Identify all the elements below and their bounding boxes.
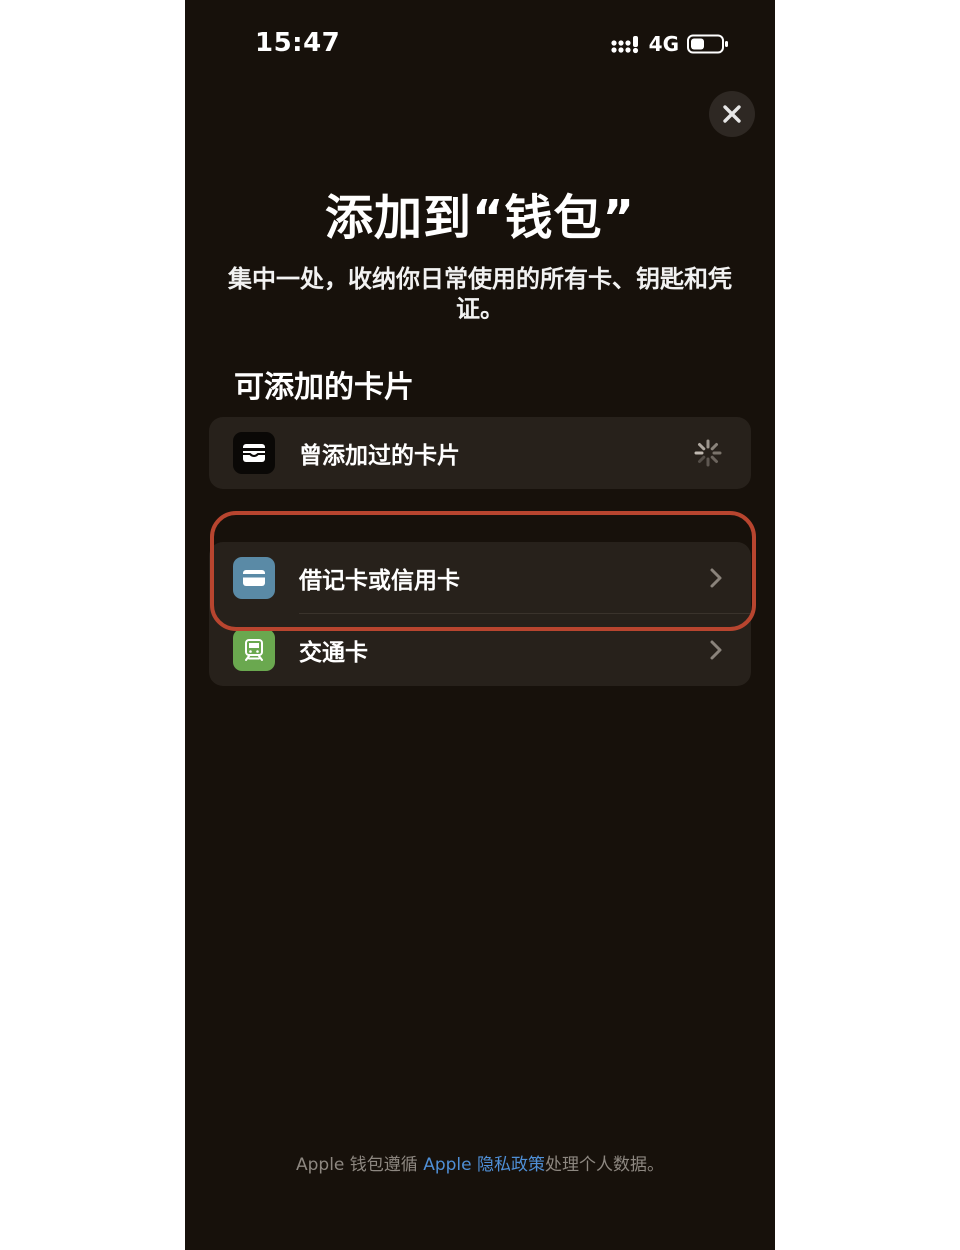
transit-card-label: 交通卡 [299,640,368,666]
previous-cards-label: 曾添加过的卡片 [299,443,460,469]
battery-icon [687,34,728,54]
signal-icon [611,36,638,54]
footer-suffix: 处理个人数据。 [545,1155,664,1175]
train-icon [233,629,275,671]
page-title: 添加到“钱包” [324,190,636,246]
credit-card-icon [233,557,275,599]
privacy-footer: Apple 钱包遵循 Apple 隐私政策处理个人数据。 [185,1150,775,1175]
network-type: 4G [648,32,679,56]
status-indicators: 4G [611,32,729,56]
status-time: 15:47 [255,28,341,58]
close-icon [723,105,741,123]
loading-spinner-icon [694,439,722,467]
footer-prefix: Apple 钱包遵循 [295,1155,424,1175]
previous-cards-row[interactable]: 曾添加过的卡片 [209,417,751,489]
debit-credit-card-label: 借记卡或信用卡 [299,568,460,594]
previous-cards-group: 曾添加过的卡片 [209,417,751,489]
add-options-group: 借记卡或信用卡 交通卡 [209,542,751,686]
wallet-icon [233,432,275,474]
debit-credit-card-row[interactable]: 借记卡或信用卡 [209,542,751,614]
chevron-right-icon [710,568,722,588]
section-title: 可添加的卡片 [234,370,414,405]
wallet-add-screen: 15:47 4G 添加到“钱包” 集中一处，收纳你日常使用的所有卡、钥匙和凭证。… [185,0,775,1250]
privacy-policy-link[interactable]: Apple 隐私政策 [423,1155,545,1175]
page-subtitle: 集中一处，收纳你日常使用的所有卡、钥匙和凭证。 [228,265,732,323]
close-button[interactable] [709,91,755,137]
chevron-right-icon [710,640,722,660]
transit-card-row[interactable]: 交通卡 [209,614,751,686]
